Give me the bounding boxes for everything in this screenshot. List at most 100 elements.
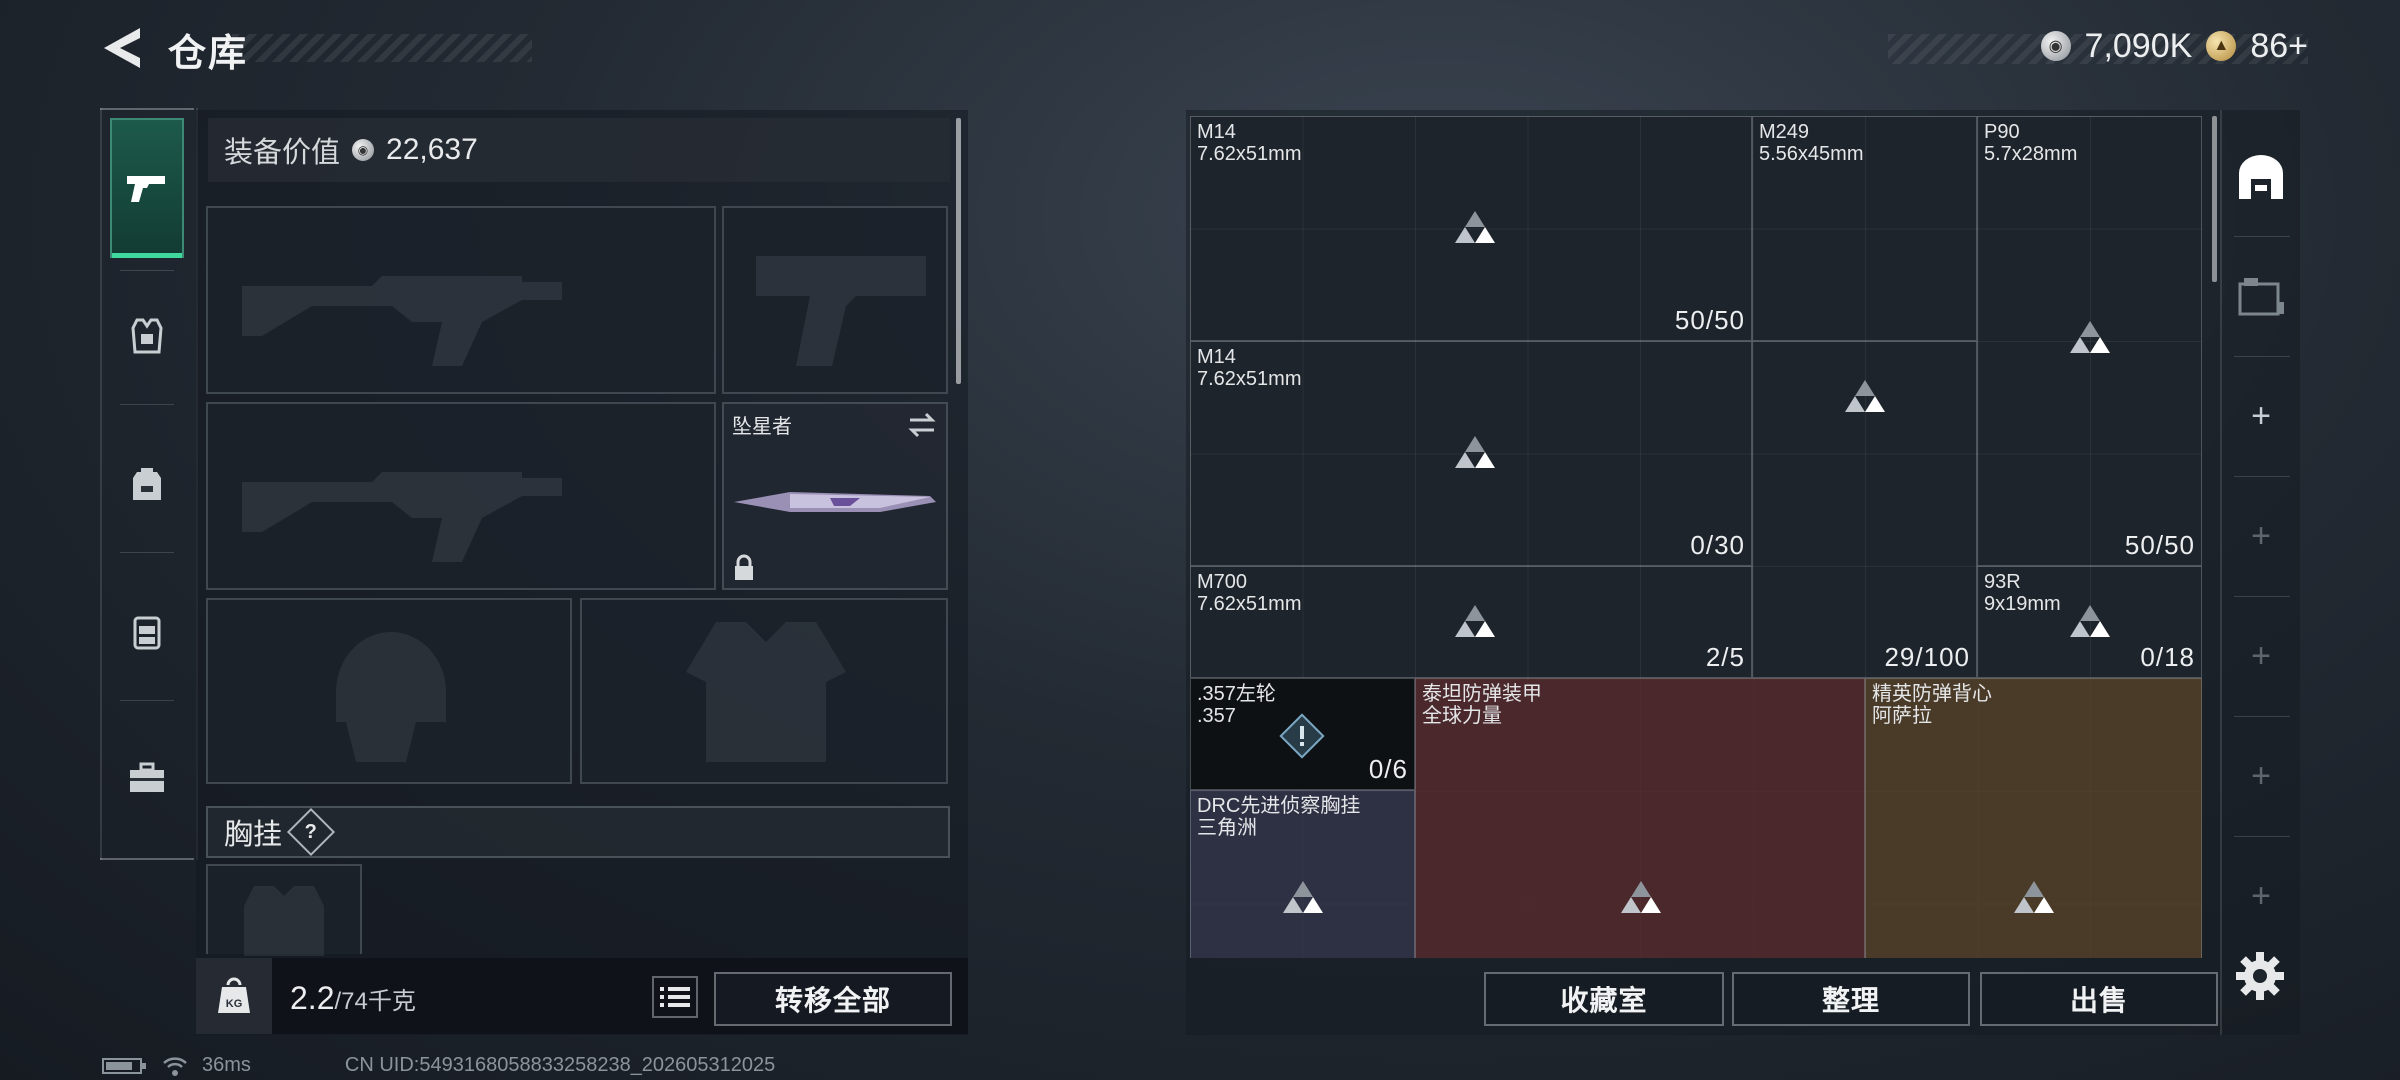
rail-separator	[120, 404, 174, 405]
stash-item[interactable]: M14 7.62x51mm 0/30	[1190, 341, 1752, 566]
rail-separator	[2234, 596, 2290, 597]
equip-value-amount: 22,637	[386, 133, 478, 166]
transfer-all-button[interactable]: 转移全部	[714, 972, 952, 1026]
svg-text:KG: KG	[226, 998, 243, 1010]
stash-item[interactable]: DRC先进侦察胸挂 三角洲	[1190, 790, 1415, 958]
silver-coin-icon: ◉	[352, 139, 375, 161]
secondary-weapon-slot[interactable]	[206, 402, 716, 590]
knife-image	[734, 492, 936, 512]
equip-value-label: 装备价值	[224, 137, 341, 169]
weight-max: /74千克	[334, 988, 416, 1015]
item-count: 50/50	[2124, 530, 2195, 560]
vest-rarity-icon	[2012, 879, 2056, 915]
weight-current: 2.2	[290, 980, 335, 1016]
chest-rig-label: 胸挂	[224, 819, 283, 851]
help-icon[interactable]: ?	[286, 807, 336, 857]
briefcase-icon	[130, 762, 164, 792]
weight-bag-icon: KG	[218, 977, 250, 1013]
item-count: 50/50	[1674, 305, 1745, 335]
locked-stash-page: +	[2222, 486, 2300, 586]
locked-stash-page: +	[2222, 606, 2300, 706]
armor-vest-icon	[131, 318, 163, 354]
collection-room-button[interactable]: 收藏室	[1484, 972, 1724, 1026]
ammo-icon	[1453, 603, 1497, 639]
ammo-icon	[1843, 378, 1887, 414]
ammo-icon	[2068, 603, 2112, 639]
rail-separator	[2234, 716, 2290, 717]
rail-tab-backpack[interactable]	[110, 414, 184, 554]
melee-name: 坠星者	[732, 416, 792, 438]
item-count: 2/5	[1705, 642, 1745, 672]
helmet-silhouette-icon	[336, 632, 446, 762]
list-icon	[660, 987, 690, 1007]
stash-item[interactable]: M249 5.56x45mm	[1752, 116, 1977, 341]
plus-icon: +	[2251, 636, 2271, 675]
stash-item[interactable]: P90 5.7x28mm 50/50	[1977, 116, 2202, 566]
rail-tab-chest-rig[interactable]	[110, 562, 184, 702]
rail-separator	[120, 552, 174, 553]
stash-item[interactable]: M14 7.62x51mm 50/50	[1190, 116, 1752, 341]
item-name: 精英防弹背心 阿萨拉	[1872, 683, 1992, 727]
back-button[interactable]	[100, 24, 148, 72]
stash-item[interactable]: 精英防弹背心 阿萨拉	[1865, 678, 2202, 958]
sort-button[interactable]: 整理	[1732, 972, 1970, 1026]
equipment-value-bar: 装备价值 ◉ 22,637	[208, 118, 950, 182]
stash-item[interactable]: 29/100	[1752, 341, 1977, 678]
page-title: 仓库	[168, 33, 249, 75]
stash-item[interactable]: 泰坦防弹装甲 全球力量	[1415, 678, 1865, 958]
add-stash-page-button[interactable]: +	[2222, 366, 2300, 466]
rail-tab-weapons[interactable]	[110, 118, 184, 258]
rail-separator	[120, 700, 174, 701]
item-name: M249 5.56x45mm	[1759, 121, 1864, 165]
swap-icon[interactable]	[906, 410, 938, 440]
currency-display: ◉ 7,090K ▲ 86+	[1888, 26, 2308, 66]
helmet-slot[interactable]	[206, 598, 572, 784]
chest-rig-icon	[133, 616, 161, 650]
item-name: 泰坦防弹装甲 全球力量	[1422, 683, 1542, 727]
melee-slot[interactable]: 坠星者	[722, 402, 948, 590]
chest-rig-header: 胸挂 ?	[206, 806, 950, 858]
ping-value: 36ms	[202, 1054, 251, 1076]
player-uid: CN UID:5493168058833258238_202605312025	[344, 1054, 776, 1076]
locked-stash-page: +	[2222, 726, 2300, 826]
ammo-icon	[1453, 209, 1497, 245]
stash-page-main[interactable]	[2222, 128, 2300, 228]
rig-silhouette-icon	[244, 886, 324, 956]
ammo-icon	[2068, 319, 2112, 355]
loadout-scrollbar[interactable]	[956, 118, 961, 384]
item-name: DRC先进侦察胸挂 三角洲	[1197, 795, 1361, 839]
ammo-icon	[1453, 434, 1497, 470]
weight-display: 2.2/74千克	[290, 980, 416, 1017]
stash-item[interactable]: 93R 9x19mm 0/18	[1977, 566, 2202, 678]
item-count: 29/100	[1884, 642, 1970, 672]
primary-weapon-slot[interactable]	[206, 206, 716, 394]
title-decoration	[232, 34, 532, 62]
rail-separator	[2234, 476, 2290, 477]
settings-button[interactable]	[2232, 948, 2288, 1004]
stash-item[interactable]: .357左轮 .357 0/6	[1190, 678, 1415, 790]
lock-icon	[735, 554, 753, 580]
rail-tab-toolbox[interactable]	[110, 708, 184, 848]
body-armor-slot[interactable]	[580, 598, 948, 784]
stash-grid: M14 7.62x51mm 50/50 M249 5.56x45mm P90 5.7x…	[1190, 116, 2202, 958]
rig-rarity-icon	[1281, 879, 1325, 915]
weight-icon-box: KG	[196, 958, 272, 1034]
gold-amount[interactable]: 86+	[2250, 27, 2308, 66]
list-view-button[interactable]	[652, 976, 698, 1018]
chest-rig-slot[interactable]	[206, 864, 362, 956]
item-name: M700 7.62x51mm	[1197, 571, 1302, 615]
rail-divider	[100, 108, 194, 110]
gear-icon	[2236, 952, 2284, 1000]
pistol-icon	[127, 176, 165, 202]
item-name: P90 5.7x28mm	[1984, 121, 2078, 165]
plus-icon: +	[2251, 396, 2271, 435]
stash-item[interactable]: M700 7.62x51mm 2/5	[1190, 566, 1752, 678]
stash-scrollbar[interactable]	[2212, 116, 2217, 282]
item-name: M14 7.62x51mm	[1197, 346, 1302, 390]
stash-page-expansion[interactable]	[2222, 246, 2300, 346]
sell-button[interactable]: 出售	[1980, 972, 2218, 1026]
rail-tab-armor[interactable]	[110, 266, 184, 406]
battery-icon	[102, 1057, 146, 1074]
storage-box-icon	[2238, 278, 2284, 316]
sidearm-slot[interactable]	[722, 206, 948, 394]
